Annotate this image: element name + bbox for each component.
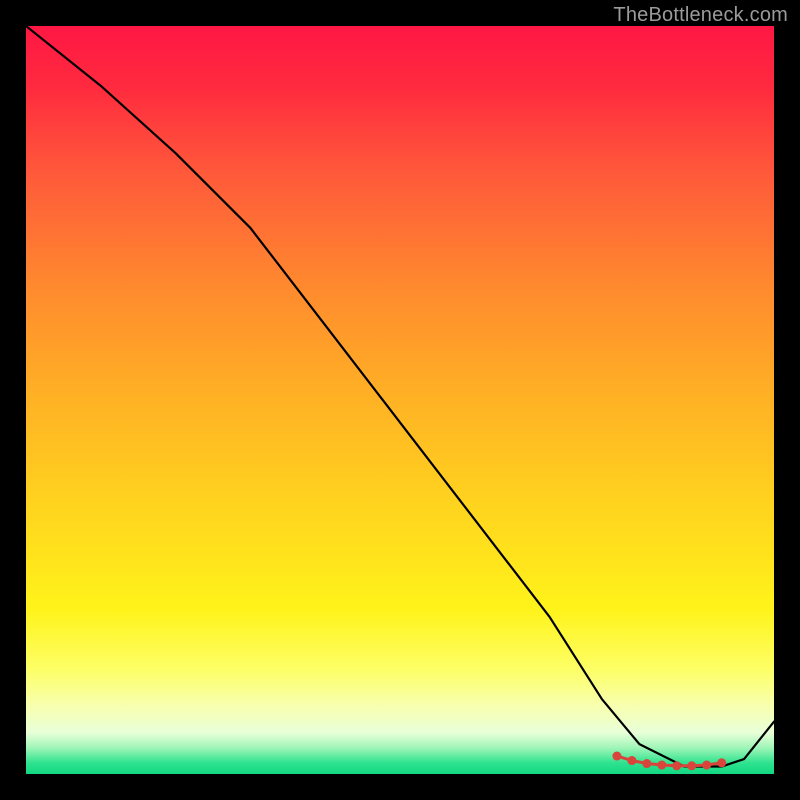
optimal-point-marker — [657, 761, 666, 770]
optimal-point-marker — [672, 761, 681, 770]
optimal-point-marker — [717, 758, 726, 767]
optimal-point-marker — [627, 756, 636, 765]
gradient-background — [26, 26, 774, 774]
attribution-text: TheBottleneck.com — [613, 4, 788, 27]
optimal-point-marker — [612, 752, 621, 761]
optimal-point-marker — [702, 761, 711, 770]
chart-plot — [26, 26, 774, 774]
optimal-point-marker — [642, 759, 651, 768]
chart-frame — [26, 26, 774, 774]
optimal-point-marker — [687, 761, 696, 770]
